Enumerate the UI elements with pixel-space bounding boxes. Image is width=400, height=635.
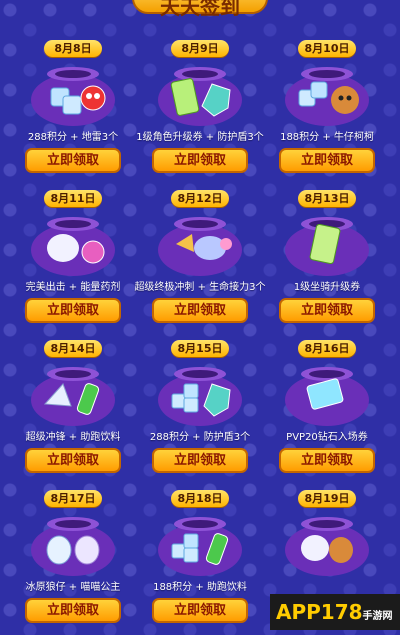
gift-bag-icon <box>31 517 115 576</box>
gift-bag-icon <box>285 67 369 126</box>
reward-text: 188积分 + 牛仔柯柯 <box>280 132 374 143</box>
gift-bag-icon <box>285 217 369 276</box>
reward-text: 1级坐骑升级券 <box>293 282 361 293</box>
gift-bag-icon <box>158 517 242 576</box>
gift-bag-icon <box>285 367 369 426</box>
claim-button-aug9[interactable]: 立即领取 <box>152 148 248 173</box>
claim-button-aug10[interactable]: 立即领取 <box>279 148 375 173</box>
watermark-brand: APP178 <box>276 600 363 624</box>
claim-button-aug15[interactable]: 立即领取 <box>152 448 248 473</box>
claim-button-aug8[interactable]: 立即领取 <box>25 148 121 173</box>
reward-card-aug9: 8月9日 1级角色升级券 + 防护盾3个 立即领取 <box>136 40 264 180</box>
reward-text <box>260 578 394 594</box>
reward-text: PVP20钻石入场券 <box>286 432 368 443</box>
claim-button-aug11[interactable]: 立即领取 <box>25 298 121 323</box>
reward-text: 超级冲锋 + 助跑饮料 <box>25 432 121 443</box>
reward-text: 超级终极冲刺 + 生命接力3个 <box>134 282 266 293</box>
reward-text: 288积分 + 防护盾3个 <box>149 432 251 443</box>
reward-card-aug11: 8月11日 完美出击 + 能量药剂 立即领取 <box>12 190 134 330</box>
reward-text: 1级角色升级券 + 防护盾3个 <box>136 132 264 143</box>
watermark-suffix: 手游网 <box>362 611 393 622</box>
gift-bag-icon <box>158 67 242 126</box>
gift-bag-icon <box>285 517 369 576</box>
reward-text: 冰原狼仔 + 喵喵公主 <box>25 582 121 593</box>
claim-button-aug16[interactable]: 立即领取 <box>279 448 375 473</box>
claim-button-aug12[interactable]: 立即领取 <box>152 298 248 323</box>
reward-card-aug12: 8月12日 超级终极冲刺 + 生命接力3个 立即领取 <box>134 190 266 330</box>
reward-card-aug14: 8月14日 超级冲锋 + 助跑饮料 立即领取 <box>12 340 134 480</box>
claim-button-aug18[interactable]: 立即领取 <box>152 598 248 623</box>
reward-card-aug13: 8月13日 1级坐骑升级券 立即领取 <box>266 190 388 330</box>
reward-grid: 8月8日 288积分 + 地雷3个 立即领取 8月9日 1级角色升级券 + 防护… <box>0 0 400 630</box>
claim-button-aug17[interactable]: 立即领取 <box>25 598 121 623</box>
gift-bag-icon <box>158 217 242 276</box>
claim-button-aug13[interactable]: 立即领取 <box>279 298 375 323</box>
reward-text: 188积分 + 助跑饮料 <box>153 582 247 593</box>
reward-text: 完美出击 + 能量药剂 <box>25 282 121 293</box>
reward-card-aug16: 8月16日 PVP20钻石入场券 立即领取 <box>266 340 388 480</box>
reward-card-aug8: 8月8日 288积分 + 地雷3个 立即领取 <box>12 40 134 180</box>
reward-card-aug15: 8月15日 288积分 + 防护盾3个 立即领取 <box>139 340 261 480</box>
reward-text: 288积分 + 地雷3个 <box>27 132 119 143</box>
gift-bag-icon <box>31 367 115 426</box>
reward-card-aug18: 8月18日 188积分 + 助跑饮料 立即领取 <box>139 490 261 630</box>
gift-bag-icon <box>158 367 242 426</box>
gift-bag-icon <box>31 67 115 126</box>
claim-button-aug14[interactable]: 立即领取 <box>25 448 121 473</box>
gift-bag-icon <box>31 217 115 276</box>
site-watermark: APP178手游网 <box>270 594 400 630</box>
reward-card-aug10: 8月10日 188积分 + 牛仔柯柯 立即领取 <box>266 40 388 180</box>
reward-card-aug17: 8月17日 冰原狼仔 + 喵喵公主 立即领取 <box>12 490 134 630</box>
